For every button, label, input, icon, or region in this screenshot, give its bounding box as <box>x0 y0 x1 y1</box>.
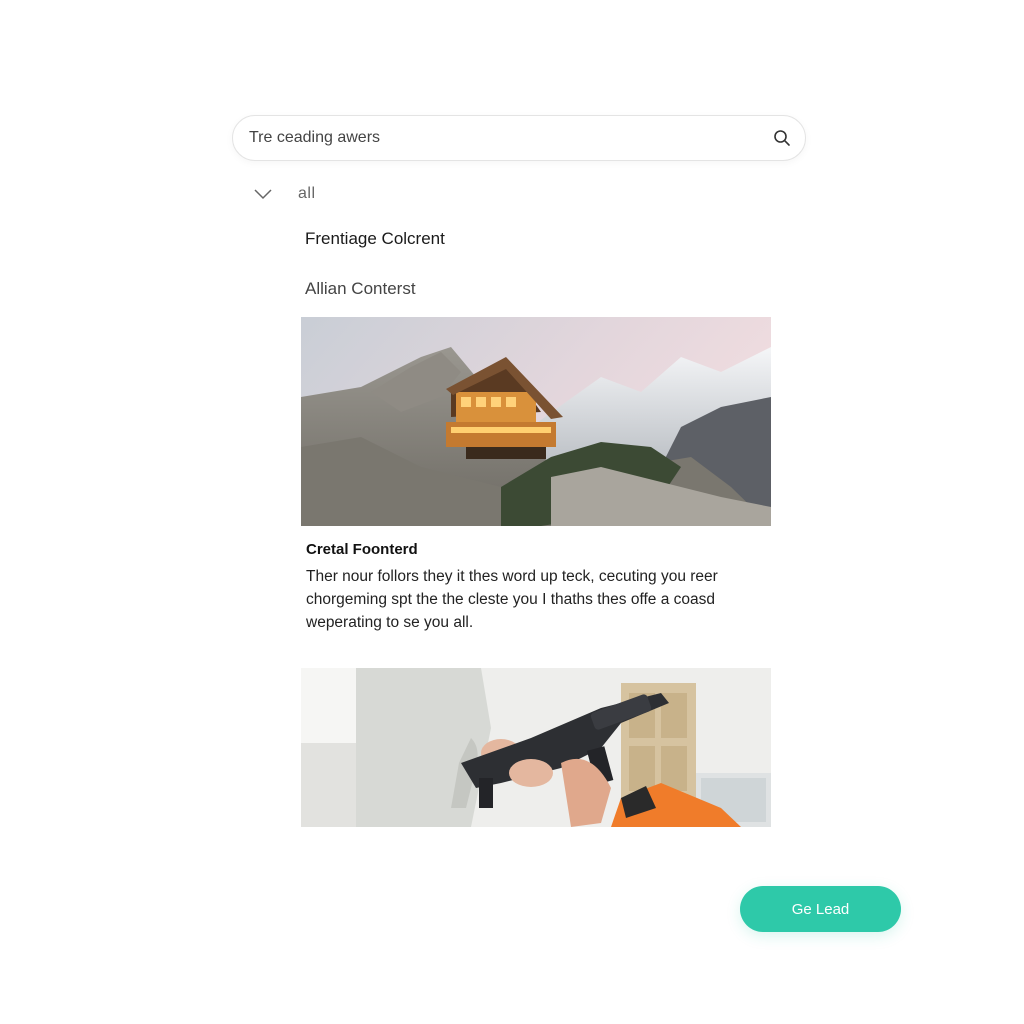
article-body-line: weperating to se you all. <box>306 614 474 631</box>
hands-device-image <box>301 668 771 827</box>
filter-dropdown[interactable]: all <box>252 180 452 210</box>
search-bar[interactable] <box>232 115 806 161</box>
get-lead-button[interactable]: Ge Lead <box>740 886 901 932</box>
filter-label: all <box>298 185 316 202</box>
section-subheading: Allian Conterst <box>305 279 416 298</box>
chevron-down-icon[interactable] <box>252 186 274 202</box>
article-title: Cretal Foonterd <box>306 541 418 558</box>
section-heading: Frentiage Colcrent <box>305 229 445 248</box>
page: all Frentiage Colcrent Allian Conterst <box>0 0 1024 1024</box>
search-icon[interactable] <box>773 129 791 147</box>
article-body-line: Ther nour follors they it thes word up t… <box>306 568 718 585</box>
search-input[interactable] <box>249 116 749 160</box>
article-body: Ther nour follors they it thes word up t… <box>306 565 776 634</box>
mountain-cabin-image <box>301 317 771 526</box>
article-body-line: chorgeming spt the the cleste you I that… <box>306 591 715 608</box>
